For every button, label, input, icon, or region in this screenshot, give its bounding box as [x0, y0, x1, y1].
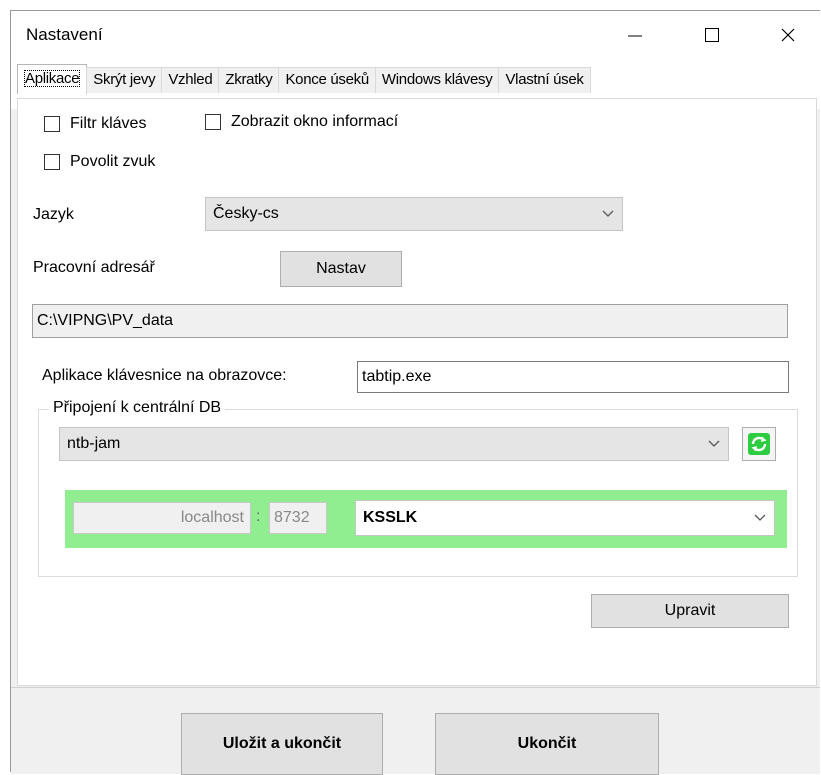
tab-label: Aplikace [24, 70, 81, 87]
bottom-button-bar: Uložit a ukončit Ukončit [11, 687, 820, 775]
close-button[interactable] [759, 11, 817, 59]
checkbox-box[interactable] [44, 116, 60, 132]
close-icon [781, 28, 795, 42]
upravit-button[interactable]: Upravit [591, 594, 789, 628]
save-and-exit-button[interactable]: Uložit a ukončit [181, 713, 383, 775]
db-connection-group: Připojení k centrální DB ntb-jam localho… [38, 399, 798, 577]
settings-window: Nastavení Aplikace Skrýt jevy Vzhled Zkr… [10, 10, 820, 775]
tab-vlastni-usek[interactable]: Vlastní úsek [498, 67, 591, 93]
checkbox-box[interactable] [44, 154, 60, 170]
host-field[interactable]: localhost [73, 502, 251, 534]
host-port-separator: : [256, 508, 261, 525]
exit-button[interactable]: Ukončit [435, 713, 659, 775]
chevron-down-icon [708, 428, 720, 460]
title-bar: Nastavení [11, 11, 820, 59]
maximize-icon [705, 28, 719, 42]
checkbox-label: Zobrazit okno informací [231, 113, 399, 130]
window-title: Nastavení [26, 25, 103, 44]
checkbox-label: Povolit zvuk [70, 153, 156, 170]
language-value: Česky-cs [213, 205, 279, 222]
database-select[interactable]: KSSLK [355, 500, 775, 536]
port-field[interactable]: 8732 [269, 502, 327, 534]
refresh-button[interactable] [742, 427, 776, 461]
minimize-button[interactable] [606, 11, 664, 59]
language-select[interactable]: Česky-cs [205, 197, 623, 231]
tab-skryt-jevy[interactable]: Skrýt jevy [86, 67, 163, 93]
refresh-icon [748, 433, 770, 455]
filtr-klaves-checkbox[interactable]: Filtr kláves [44, 115, 146, 133]
tab-pane-aplikace: Filtr kláves Zobrazit okno informací Pov… [17, 98, 817, 686]
tab-windows-klavesy[interactable]: Windows klávesy [374, 67, 500, 93]
connection-select[interactable]: ntb-jam [59, 427, 729, 461]
maximize-button[interactable] [683, 11, 741, 59]
tab-vzhled[interactable]: Vzhled [161, 67, 220, 93]
povolit-zvuk-checkbox[interactable]: Povolit zvuk [44, 153, 155, 171]
minimize-icon [628, 35, 642, 37]
checkbox-box[interactable] [205, 114, 221, 130]
chevron-down-icon [754, 501, 766, 535]
tab-aplikace[interactable]: Aplikace [17, 64, 88, 94]
workdir-path-field[interactable]: C:\VIPNG\PV_data [32, 304, 788, 338]
keyboard-app-label: Aplikace klávesnice na obrazovce: [42, 367, 287, 384]
checkbox-label: Filtr kláves [70, 115, 147, 132]
db-server-panel: localhost : 8732 KSSLK [65, 490, 787, 548]
nastav-button[interactable]: Nastav [280, 251, 402, 287]
chevron-down-icon [602, 198, 614, 230]
tab-konce-useku[interactable]: Konce úseků [278, 67, 376, 93]
database-value: KSSLK [363, 509, 418, 526]
connection-value: ntb-jam [67, 435, 121, 452]
group-title: Připojení k centrální DB [49, 399, 226, 417]
zobrazit-okno-checkbox[interactable]: Zobrazit okno informací [205, 113, 398, 131]
keyboard-app-input[interactable]: tabtip.exe [357, 361, 789, 393]
pracovni-adresar-label: Pracovní adresář [33, 259, 155, 276]
jazyk-label: Jazyk [33, 206, 74, 223]
tab-zkratky[interactable]: Zkratky [218, 67, 280, 93]
